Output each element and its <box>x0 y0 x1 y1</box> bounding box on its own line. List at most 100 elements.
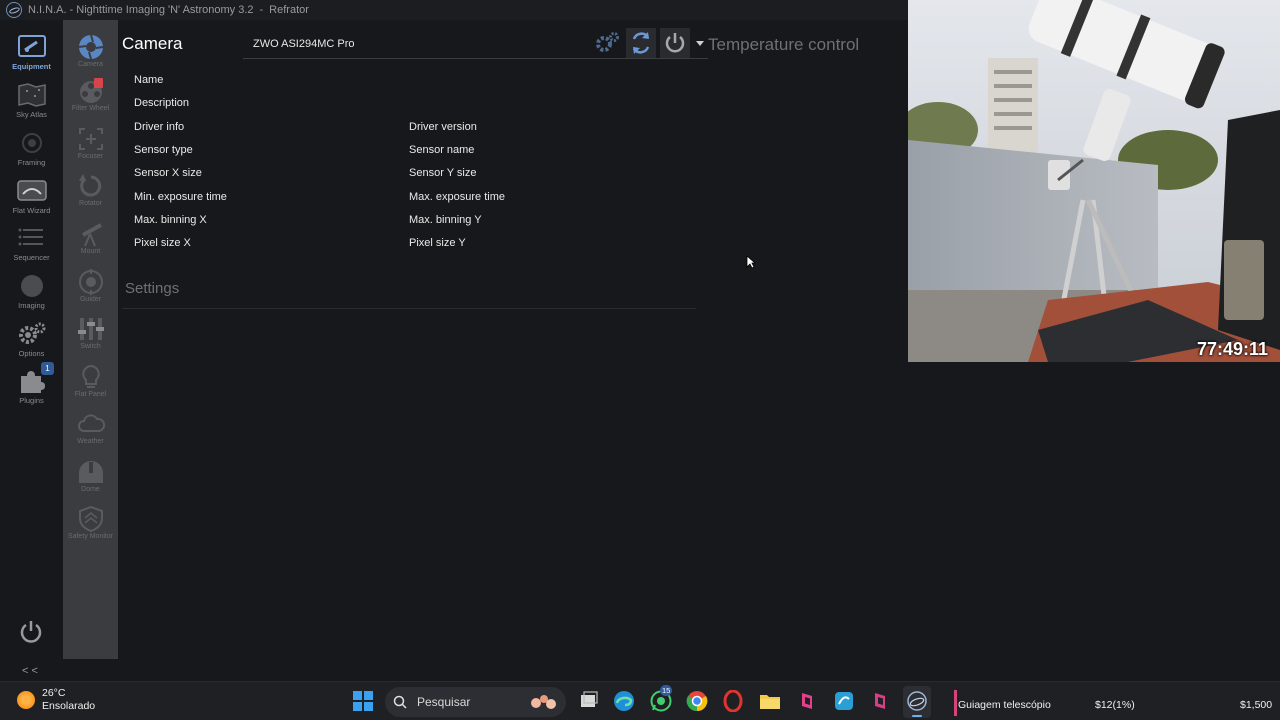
search-placeholder: Pesquisar <box>417 695 471 709</box>
nav-label: Sky Atlas <box>16 110 47 119</box>
nav-item-equipment[interactable]: Equipment <box>0 28 63 74</box>
nav-item-framing[interactable]: Framing <box>0 124 63 170</box>
subnav-label: Guider <box>79 296 101 303</box>
prop-name-label: Name <box>134 74 164 86</box>
nina-logo-icon <box>6 2 22 18</box>
nav-item-options[interactable]: Options <box>0 315 63 361</box>
framing-icon <box>21 133 42 153</box>
rotator-icon <box>78 174 101 197</box>
refresh-icon <box>632 32 650 54</box>
subnav-item-mount[interactable]: Mount <box>63 215 118 261</box>
sun-icon <box>17 691 35 709</box>
subnav-item-rotator[interactable]: Rotator <box>63 167 118 213</box>
refresh-devices-button[interactable] <box>626 28 656 58</box>
subnav-item-weather[interactable]: Weather <box>63 405 118 451</box>
collapse-nav-button[interactable]: < < <box>22 665 38 677</box>
subnav-item-dome[interactable]: Dome <box>63 453 118 499</box>
main-nav: Equipment Sky Atlas Framing Flat Wizard … <box>0 20 63 660</box>
settings-divider <box>122 308 696 309</box>
nav-item-plugins[interactable]: 1 Plugins <box>0 362 63 408</box>
opera-icon[interactable] <box>722 690 744 712</box>
prop-pixel-size-y-label: Pixel size Y <box>409 237 466 249</box>
pink-app-icon[interactable] <box>796 690 818 712</box>
mouse-cursor-icon <box>746 255 756 269</box>
chevron-down-icon[interactable] <box>696 41 704 46</box>
nav-item-flat-wizard[interactable]: Flat Wizard <box>0 172 63 218</box>
subnav-label: Filter Wheel <box>71 105 110 112</box>
guider-crosshair-icon <box>78 269 103 295</box>
windows-start-icon[interactable] <box>353 691 373 711</box>
subnav-label: Focuser <box>77 153 104 160</box>
weather-condition: Ensolarado <box>42 700 96 712</box>
title-bar: N.I.N.A. - Nighttime Imaging 'N' Astrono… <box>0 0 908 20</box>
focuser-icon <box>78 128 103 150</box>
stream-timer: 77:49:11 <box>1196 339 1268 359</box>
chrome-icon[interactable] <box>686 690 708 712</box>
prop-max-binning-x-label: Max. binning X <box>134 214 207 226</box>
windows-taskbar: 26°C Ensolarado Pesquisar 15 Guiagem tel… <box>0 681 1280 720</box>
power-icon <box>665 33 685 53</box>
subnav-item-guider[interactable]: Guider <box>63 263 118 309</box>
task-view-icon[interactable] <box>578 690 600 712</box>
connect-button[interactable] <box>660 28 690 58</box>
nav-item-imaging[interactable]: Imaging <box>0 267 63 313</box>
taskbar-search-input[interactable]: Pesquisar <box>385 687 566 717</box>
subnav-item-flat-panel[interactable]: Flat Panel <box>63 358 118 404</box>
power-icon[interactable] <box>17 618 45 646</box>
cloud-icon <box>77 414 105 432</box>
subnav-item-focuser[interactable]: Focuser <box>63 120 118 166</box>
media-accent-bar <box>954 690 957 716</box>
device-settings-button[interactable] <box>592 28 622 58</box>
subnav-item-filter-wheel[interactable]: Filter Wheel <box>63 72 118 118</box>
prop-pixel-size-x-label: Pixel size X <box>134 237 191 249</box>
nina-taskbar-button[interactable] <box>903 686 931 718</box>
pink-app-2-icon[interactable] <box>869 690 891 712</box>
subnav-label: Switch <box>80 343 101 350</box>
selected-device: ZWO ASI294MC Pro <box>253 37 355 50</box>
app-name: N.I.N.A. - Nighttime Imaging 'N' Astrono… <box>28 4 254 16</box>
right-empty-area <box>908 362 1280 660</box>
subnav-item-safety-monitor[interactable]: Safety Monitor <box>63 500 118 546</box>
subnav-item-switch[interactable]: Switch <box>63 310 118 356</box>
ticker-2: $1,500 <box>1240 699 1273 711</box>
flat-wizard-icon <box>16 180 47 201</box>
search-highlight-icon <box>531 695 556 709</box>
file-explorer-icon[interactable] <box>759 690 781 712</box>
sky-atlas-icon <box>17 83 46 107</box>
active-app-indicator <box>912 715 922 717</box>
temperature-control-title: Temperature control <box>708 35 860 54</box>
prop-sensor-x-size-label: Sensor X size <box>134 167 202 179</box>
sequencer-icon <box>18 228 43 246</box>
title-separator: - <box>259 4 264 16</box>
webcam-overlay: 77:49:11 <box>908 0 1280 362</box>
whatsapp-app[interactable]: 15 <box>650 685 673 712</box>
subnav-label: Dome <box>81 486 100 493</box>
prop-sensor-name-label: Sensor name <box>409 144 475 156</box>
subnav-label: Weather <box>77 438 104 445</box>
media-widget-title[interactable]: Guiagem telescópio <box>958 699 1051 711</box>
nav-label: Imaging <box>18 301 45 310</box>
nav-item-sequencer[interactable]: Sequencer <box>0 219 63 265</box>
nav-item-sky-atlas[interactable]: Sky Atlas <box>0 76 63 122</box>
subnav-label: Safety Monitor <box>67 533 114 540</box>
weather-widget[interactable]: 26°C Ensolarado <box>17 687 95 713</box>
settings-title: Settings <box>125 280 180 297</box>
subnav-label: Flat Panel <box>74 391 107 398</box>
gear-icon <box>18 322 45 344</box>
imaging-icon <box>20 275 43 297</box>
switch-sliders-icon <box>77 318 104 340</box>
equipment-subnav: Camera Filter Wheel Focuser Rotator Moun… <box>63 20 118 659</box>
blue-app-icon[interactable] <box>833 690 855 712</box>
nav-label: Framing <box>17 158 46 167</box>
ticker-1: $12(1%) <box>1095 699 1135 711</box>
prop-sensor-type-label: Sensor type <box>134 144 193 156</box>
dome-icon <box>78 461 103 483</box>
prop-driver-info-label: Driver info <box>134 121 185 133</box>
profile-name: Refrator <box>269 4 309 16</box>
nav-label: Sequencer <box>13 253 50 262</box>
edge-browser-icon[interactable] <box>613 690 635 712</box>
shield-icon <box>78 506 103 532</box>
weather-temperature: 26°C <box>42 687 66 699</box>
subnav-item-camera[interactable]: Camera <box>63 28 118 74</box>
equipment-icon <box>17 35 46 57</box>
